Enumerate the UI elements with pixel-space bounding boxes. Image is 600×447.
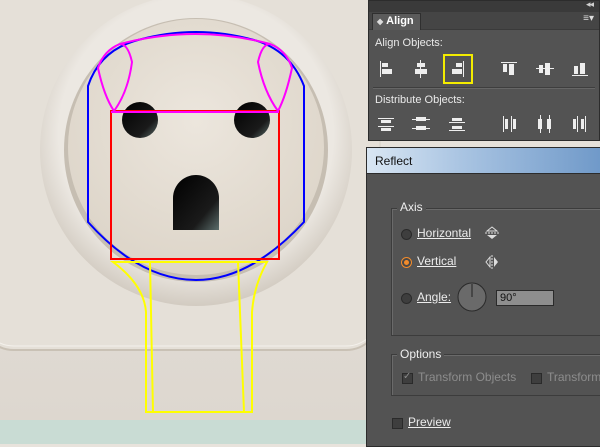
collapse-panel-icon[interactable]: ◂◂ — [586, 0, 594, 10]
align-objects-label: Align Objects: — [375, 37, 443, 49]
horizontal-align-center-button[interactable] — [409, 57, 433, 81]
reflect-vertical-icon — [485, 255, 498, 269]
angle-label-text: Angle: — [417, 290, 452, 304]
horizontal-label-text: Horizontal — [417, 226, 472, 240]
options-group-label: Options — [397, 347, 445, 361]
horizontal-radio[interactable] — [401, 229, 412, 240]
transform-patterns-label: Transform — [547, 370, 600, 384]
reflect-horizontal-icon — [485, 226, 499, 239]
angle-input[interactable]: 90° — [496, 290, 554, 306]
preview-checkbox[interactable] — [392, 418, 403, 429]
vertical-align-bottom-icon — [572, 63, 588, 76]
vertical-label[interactable]: Vertical — [417, 254, 456, 268]
vertical-align-top-icon — [501, 62, 517, 75]
horizontal-distribute-left-icon — [503, 116, 516, 132]
vertical-radio[interactable] — [401, 257, 412, 268]
vertical-align-center-button[interactable] — [533, 57, 557, 81]
transform-patterns-checkbox[interactable] — [531, 373, 542, 384]
preview-label-text: Preview — [408, 415, 451, 429]
horizontal-align-right-button[interactable] — [443, 54, 473, 84]
align-panel-topbar[interactable]: ◂◂ — [369, 0, 599, 12]
vertical-distribute-top-button[interactable] — [374, 112, 398, 136]
horizontal-distribute-right-button[interactable] — [568, 112, 592, 136]
distribute-objects-label: Distribute Objects: — [375, 94, 465, 106]
horizontal-align-left-button[interactable] — [374, 57, 398, 81]
tab-toggle-icon[interactable]: ◆ — [377, 17, 383, 26]
preview-label[interactable]: Preview — [408, 415, 451, 429]
vertical-align-center-icon — [536, 63, 554, 75]
vertical-distribute-center-icon — [412, 117, 430, 130]
horizontal-distribute-center-button[interactable] — [533, 112, 557, 136]
transform-objects-label: Transform Objects — [418, 370, 517, 384]
align-tab-bar: ◆ Align ≡▾ — [369, 12, 599, 30]
align-tab[interactable]: ◆ Align — [372, 13, 421, 30]
horizontal-align-center-icon — [415, 60, 427, 78]
vertical-label-text: Vertical — [417, 254, 457, 268]
vertical-distribute-bottom-icon — [449, 118, 465, 131]
horizontal-align-right-icon — [452, 61, 464, 77]
reflect-dialog[interactable]: Reflect Axis Horizontal Vertical Angle: … — [366, 147, 600, 447]
vertical-align-bottom-button[interactable] — [568, 57, 592, 81]
vertical-distribute-top-icon — [378, 118, 394, 131]
vertical-align-top-button[interactable] — [497, 57, 521, 81]
left-pin-hole — [122, 102, 158, 138]
vertical-distribute-center-button[interactable] — [409, 112, 433, 136]
panel-menu-icon[interactable]: ≡▾ — [583, 13, 594, 24]
horizontal-distribute-right-icon — [573, 116, 586, 132]
vertical-distribute-bottom-button[interactable] — [445, 112, 469, 136]
reflect-dialog-title[interactable]: Reflect — [367, 148, 600, 174]
align-panel-divider — [373, 87, 595, 89]
horizontal-label[interactable]: Horizontal — [417, 226, 471, 240]
right-pin-hole — [234, 102, 270, 138]
angle-dial-icon[interactable] — [456, 281, 488, 313]
angle-radio[interactable] — [401, 293, 412, 304]
ground-pin-hole — [173, 175, 219, 230]
angle-label[interactable]: Angle: — [417, 290, 451, 304]
horizontal-distribute-left-button[interactable] — [497, 112, 521, 136]
transform-objects-checkbox[interactable] — [402, 371, 413, 384]
horizontal-distribute-center-icon — [538, 115, 551, 133]
align-tab-label: Align — [386, 15, 414, 27]
axis-group-label: Axis — [397, 200, 426, 214]
horizontal-align-left-icon — [380, 61, 392, 77]
align-panel[interactable]: ◂◂ ◆ Align ≡▾ Align Objects: Distribute O… — [368, 0, 600, 141]
